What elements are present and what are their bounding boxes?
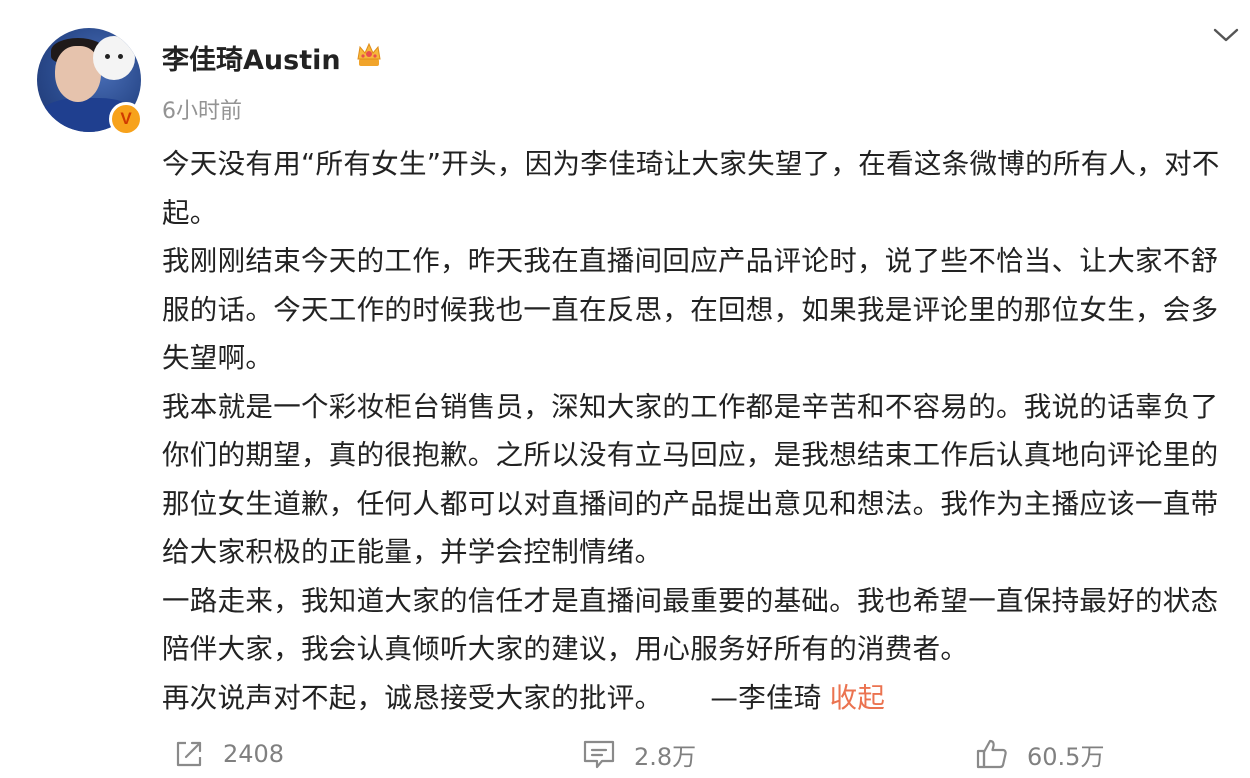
repost-count: 2408 (223, 740, 285, 768)
repost-icon (176, 741, 202, 767)
post-timestamp[interactable]: 6小时前 (162, 93, 242, 125)
post-paragraph: 我本就是一个彩妆柜台销售员，深知大家的工作都是辛苦和不容易的。我说的话辜负了你们… (162, 390, 1219, 569)
weibo-post-card: V 李佳琦Austin 6小时前 今天没有用“所有女生”开头，因为李佳琦让大家失… (0, 0, 1250, 778)
post-last-line: 再次说声对不起，诚恳接受大家的批评。 (162, 681, 663, 714)
comment-button[interactable]: 2.8万 (582, 734, 696, 774)
repost-button[interactable]: 2408 (173, 734, 284, 774)
avatar-dog (93, 36, 135, 80)
collapse-link[interactable]: 收起 (830, 682, 886, 714)
comment-count: 2.8万 (634, 742, 697, 771)
username[interactable]: 李佳琦Austin (162, 38, 341, 77)
post-content: 今天没有用“所有女生”开头，因为李佳琦让大家失望了，在看这条微博的所有人，对不起… (162, 140, 1237, 722)
post-paragraph: 今天没有用“所有女生”开头，因为李佳琦让大家失望了，在看这条微博的所有人，对不起… (162, 148, 1220, 229)
post-paragraph: 一路走来，我知道大家的信任才是直播间最重要的基础。我也希望一直保持最好的状态陪伴… (162, 584, 1219, 666)
like-button[interactable]: 60.5万 (975, 734, 1104, 774)
verified-badge-icon: V (109, 102, 143, 136)
post-closing-line: 再次说声对不起，诚恳接受大家的批评。 —李佳琦 收起 (162, 674, 1237, 723)
post-paragraph: 我刚刚结束今天的工作，昨天我在直播间回应产品评论时，说了些不恰当、让大家不舒服的… (162, 245, 1219, 374)
crown-icon (357, 42, 381, 66)
comment-icon (583, 740, 615, 769)
post-signature: —李佳琦 (710, 681, 822, 714)
chevron-down-icon[interactable] (1212, 25, 1240, 45)
thumbs-up-icon (976, 739, 1007, 769)
like-count: 60.5万 (1027, 742, 1105, 771)
